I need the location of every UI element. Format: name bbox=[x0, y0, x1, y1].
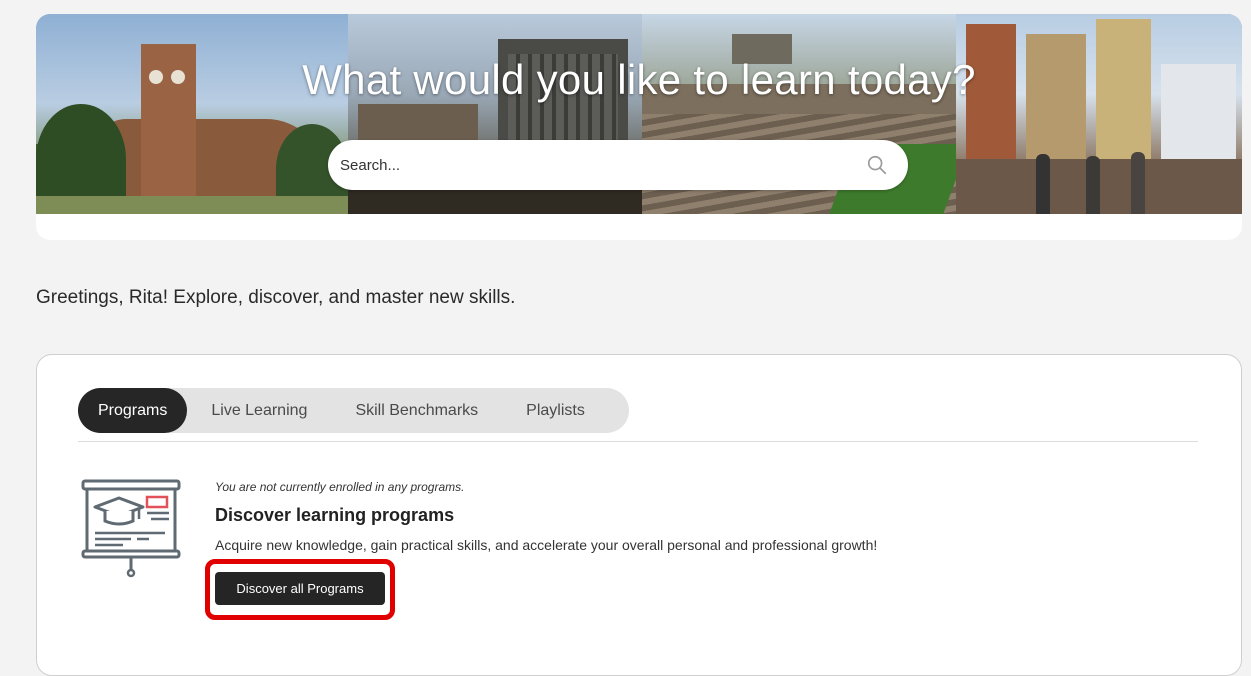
tab-playlists[interactable]: Playlists bbox=[502, 388, 609, 433]
tab-live-learning[interactable]: Live Learning bbox=[187, 388, 331, 433]
greeting-text: Greetings, Rita! Explore, discover, and … bbox=[36, 287, 516, 308]
learning-card: Programs Live Learning Skill Benchmarks … bbox=[36, 354, 1242, 676]
search-input[interactable] bbox=[340, 140, 840, 190]
section-title: Discover learning programs bbox=[215, 505, 455, 525]
hero-title: What would you like to learn today? bbox=[302, 56, 976, 103]
hero-photo-city bbox=[956, 14, 1242, 214]
search-box[interactable] bbox=[328, 140, 908, 190]
hero-card: What would you like to learn today? bbox=[36, 14, 1242, 240]
tab-programs[interactable]: Programs bbox=[78, 388, 188, 433]
presentation-board-graduation-cap-icon bbox=[81, 479, 181, 578]
tab-divider bbox=[78, 441, 1198, 442]
tab-skill-benchmarks[interactable]: Skill Benchmarks bbox=[331, 388, 502, 433]
hero-banner: What would you like to learn today? bbox=[36, 14, 1242, 214]
hero-photo-campus bbox=[36, 14, 348, 214]
empty-state-message: You are not currently enrolled in any pr… bbox=[215, 480, 465, 494]
section-description: Acquire new knowledge, gain practical sk… bbox=[215, 537, 878, 553]
search-icon[interactable] bbox=[866, 154, 888, 176]
discover-all-programs-button[interactable]: Discover all Programs bbox=[215, 572, 385, 605]
tab-bar: Programs Live Learning Skill Benchmarks … bbox=[78, 388, 629, 433]
